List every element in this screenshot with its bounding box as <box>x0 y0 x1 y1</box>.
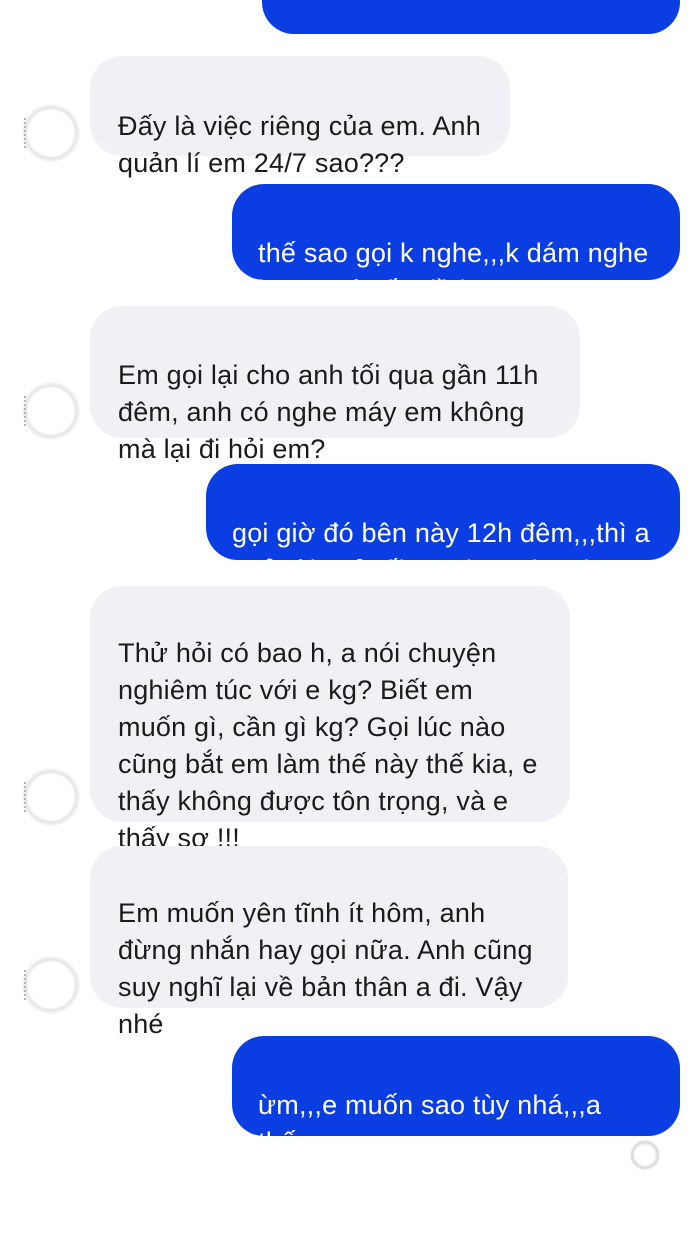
contact-avatar-icon[interactable] <box>22 768 80 826</box>
chat-thread: Đấy là việc riêng của em. Anh quản lí em… <box>0 0 692 1200</box>
message-bubble-incoming[interactable]: Đấy là việc riêng của em. Anh quản lí em… <box>90 56 510 178</box>
message-text: ừm,,,e muốn sao tùy nhá,,,a thấy bất ổn … <box>258 1090 602 1194</box>
message-bubble-outgoing[interactable]: gọi giờ đó bên này 12h đêm,,,thì a ngủ r… <box>206 464 680 585</box>
message-bubble-incoming[interactable]: Em muốn yên tĩnh ít hôm, anh đừng nhắn h… <box>90 846 568 1039</box>
message-text: thế sao gọi k nghe,,,k dám nghe hay e có… <box>258 238 649 305</box>
message-bubble-incoming[interactable]: Em gọi lại cho anh tối qua gần 11h đêm, … <box>90 306 580 464</box>
contact-avatar-icon[interactable] <box>22 382 80 440</box>
message-text: Đấy là việc riêng của em. Anh quản lí em… <box>118 111 481 178</box>
seen-indicator-icon <box>630 1140 660 1170</box>
message-bubble-incoming[interactable]: Thử hỏi có bao h, a nói chuyện nghiêm tú… <box>90 586 570 853</box>
message-text: Em muốn yên tĩnh ít hôm, anh đừng nhắn h… <box>118 898 533 1039</box>
message-text: Thử hỏi có bao h, a nói chuyện nghiêm tú… <box>118 638 538 853</box>
contact-avatar-icon[interactable] <box>22 956 80 1014</box>
message-bubble-outgoing[interactable]: ừm,,,e muốn sao tùy nhá,,,a thấy bất ổn … <box>232 1036 680 1194</box>
message-bubble-outgoing[interactable] <box>262 0 680 34</box>
message-text: Em gọi lại cho anh tối qua gần 11h đêm, … <box>118 360 539 464</box>
message-text: gọi giờ đó bên này 12h đêm,,,thì a ngủ r… <box>232 518 650 585</box>
contact-avatar-icon[interactable] <box>22 104 80 162</box>
message-bubble-outgoing[interactable]: thế sao gọi k nghe,,,k dám nghe hay e có… <box>232 184 680 305</box>
